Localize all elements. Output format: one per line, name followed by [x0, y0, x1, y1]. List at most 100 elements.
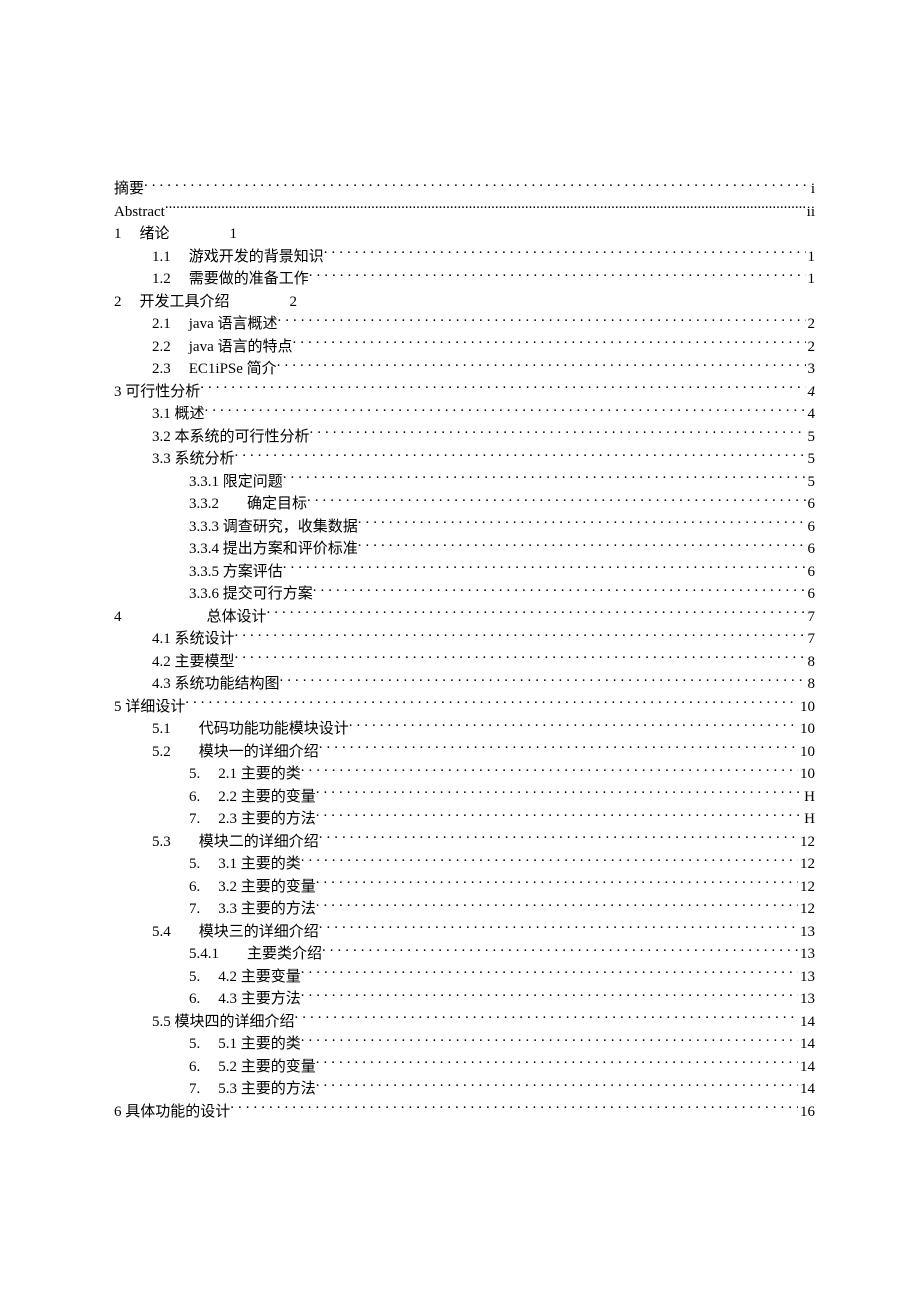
toc-row: 7.3.3 主要的方法 12 — [114, 898, 815, 921]
toc-entry-title: 模块一的详细介绍 — [199, 741, 319, 764]
toc-entry-page: 10 — [798, 696, 815, 719]
toc-leader — [277, 358, 806, 373]
toc-row: 5.3模块二的详细介绍 12 — [114, 831, 815, 854]
toc-entry-number: 5. — [189, 1033, 200, 1056]
toc-leader — [310, 426, 806, 441]
toc-entry-page: 13 — [798, 988, 815, 1011]
toc-row: 3.3 系统分析 5 — [114, 448, 815, 471]
toc-leader — [316, 1078, 798, 1093]
toc-leader — [316, 786, 802, 801]
toc-leader — [292, 336, 805, 351]
toc-entry-page: 14 — [798, 1033, 815, 1056]
toc-entry-title: 主要类介绍 — [247, 943, 322, 966]
toc-entry-title: 确定目标 — [247, 493, 307, 516]
toc-row: 5.2.1 主要的类 10 — [114, 763, 815, 786]
toc-entry-number: 7. — [189, 808, 200, 831]
toc-row: 3.3.1 限定问题 5 — [114, 471, 815, 494]
toc-entry-number: 2.1 — [152, 313, 171, 336]
toc-entry-page: 3 — [806, 358, 816, 381]
toc-entry-title: 2.3 主要的方法 — [218, 808, 316, 831]
toc-entry-page: 2 — [806, 313, 816, 336]
toc-leader — [144, 178, 809, 193]
toc-row: 5.4模块三的详细介绍 13 — [114, 921, 815, 944]
toc-entry-page: 10 — [798, 718, 815, 741]
toc-entry-title: java 语言概述 — [189, 313, 278, 336]
toc-entry-page: 12 — [798, 876, 815, 899]
toc-row: 2.3EC1iPSe 简介 3 — [114, 358, 815, 381]
toc-entry-page: 5 — [806, 426, 816, 449]
toc-row: 2开发工具介绍2 — [114, 291, 815, 314]
toc-entry-title: 4.2 主要模型 — [152, 651, 235, 674]
toc-entry-page: 1 — [806, 268, 816, 291]
toc-row: 6.5.2 主要的变量 14 — [114, 1056, 815, 1079]
toc-entry-number: 5.1 — [152, 718, 171, 741]
toc-leader — [200, 381, 805, 396]
toc-leader — [358, 538, 806, 553]
toc-row: 5. 5.1 主要的类 14 — [114, 1033, 815, 1056]
toc-entry-page: H — [802, 786, 815, 809]
toc-entry-title: 5 详细设计 — [114, 696, 185, 719]
toc-page: 摘要 iAbstract ii1绪论11.1游戏开发的背景知识 11.2需要做的… — [0, 0, 920, 1123]
toc-entry-title: 3.1 主要的类 — [218, 853, 301, 876]
toc-row: 6.2.2 主要的变量 H — [114, 786, 815, 809]
toc-row: 4.2 主要模型 8 — [114, 651, 815, 674]
toc-leader — [309, 268, 806, 283]
toc-row: Abstract ii — [114, 201, 815, 224]
toc-entry-page: 7 — [806, 628, 816, 651]
toc-entry-number: 5. — [189, 966, 200, 989]
toc-row: 7.5.3 主要的方法 14 — [114, 1078, 815, 1101]
toc-row: 7.2.3 主要的方法 H — [114, 808, 815, 831]
toc-entry-page: 16 — [798, 1101, 815, 1124]
toc-row: 6.3.2 主要的变量 12 — [114, 876, 815, 899]
toc-entry-page: 2 — [290, 291, 298, 314]
toc-leader — [316, 808, 802, 823]
toc-entry-title: 需要做的准备工作 — [189, 268, 309, 291]
toc-entry-number: 7. — [189, 1078, 200, 1101]
toc-entry-title: 开发工具介绍 — [140, 291, 230, 314]
toc-row: 1.1游戏开发的背景知识 1 — [114, 246, 815, 269]
toc-entry-title: 4.2 主要变量 — [218, 966, 301, 989]
toc-row: 3.3.4 提出方案和评价标准 6 — [114, 538, 815, 561]
toc-entry-title: EC1iPSe 简介 — [189, 358, 277, 381]
toc-entry-page: 1 — [806, 246, 816, 269]
toc-entry-title: 3.3.1 限定问题 — [189, 471, 283, 494]
toc-row: 3.3.5 方案评估 6 — [114, 561, 815, 584]
toc-entry-number: 5. — [189, 763, 200, 786]
toc-entry-page: 8 — [806, 673, 816, 696]
toc-entry-title: 5.2 主要的变量 — [218, 1056, 316, 1079]
toc-entry-title: 4.1 系统设计 — [152, 628, 235, 651]
toc-row: 3.1 概述 4 — [114, 403, 815, 426]
toc-entry-title: 2.2 主要的变量 — [218, 786, 316, 809]
toc-entry-page: 6 — [806, 538, 816, 561]
toc-leader — [324, 246, 806, 261]
toc-leader — [319, 831, 798, 846]
toc-entry-number: 2.2 — [152, 336, 171, 359]
toc-leader — [301, 763, 798, 778]
toc-entry-title: 6 具体功能的设计 — [114, 1101, 230, 1124]
toc-entry-page: 7 — [806, 606, 816, 629]
toc-row: 6.4.3 主要方法 13 — [114, 988, 815, 1011]
toc-leader — [316, 898, 798, 913]
toc-entry-title: 5.1 主要的类 — [218, 1033, 301, 1056]
toc-leader — [307, 493, 805, 508]
toc-row: 5.4.1主要类介绍 13 — [114, 943, 815, 966]
toc-row: 3.3.6 提交可行方案 6 — [114, 583, 815, 606]
toc-entry-page: 4 — [806, 403, 816, 426]
toc-entry-title: 总体设计 — [207, 606, 267, 629]
toc-row: 3.2 本系统的可行性分析 5 — [114, 426, 815, 449]
toc-entry-title: 3.3.4 提出方案和评价标准 — [189, 538, 358, 561]
toc-entry-number: 7. — [189, 898, 200, 921]
toc-entry-number: 5.4.1 — [189, 943, 219, 966]
toc-leader — [349, 718, 798, 733]
toc-row: 5.1 代码功能功能模块设计 10 — [114, 718, 815, 741]
toc-entry-page: i — [809, 178, 815, 201]
toc-entry-page: 8 — [806, 651, 816, 674]
toc-leader — [280, 673, 806, 688]
toc-entry-page: 4 — [806, 381, 816, 404]
toc-entry-number: 5. — [189, 853, 200, 876]
toc-entry-title: Abstract — [114, 201, 165, 224]
toc-row: 2.2java 语言的特点 2 — [114, 336, 815, 359]
toc-entry-title: 3.3 系统分析 — [152, 448, 235, 471]
toc-entry-title: 代码功能功能模块设计 — [199, 718, 349, 741]
toc-leader — [230, 1101, 798, 1116]
